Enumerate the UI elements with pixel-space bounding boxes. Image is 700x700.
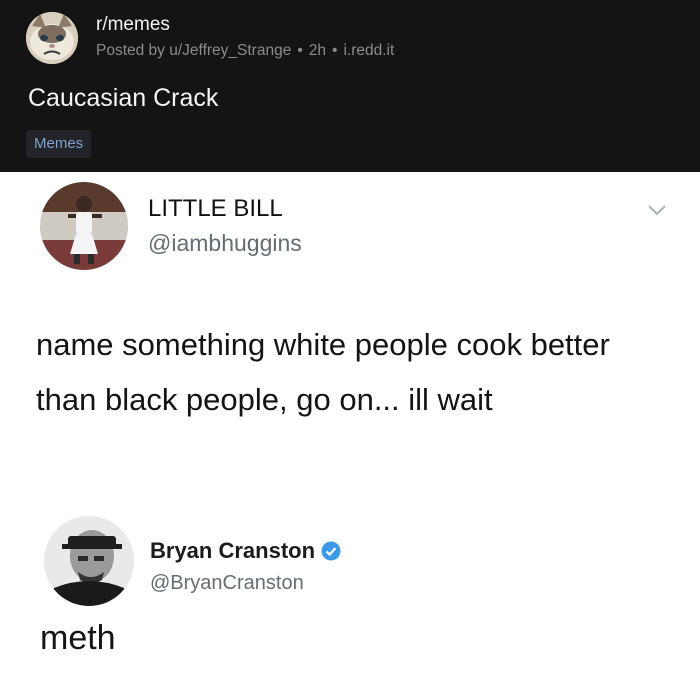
post-age: 2h	[308, 42, 326, 59]
screenshot-root: r/memes Posted by u/Jeffrey_Strange • 2h • i…	[0, 0, 700, 700]
post-flair[interactable]: Memes	[26, 130, 92, 158]
display-name-text: Bryan Cranston	[150, 538, 316, 563]
person-avatar-icon	[40, 182, 128, 270]
post-domain[interactable]: i.redd.it	[343, 42, 394, 60]
reddit-post-header: r/memes Posted by u/Jeffrey_Strange • 2h • i…	[0, 0, 700, 172]
tweet-text: name something white people cook better …	[36, 327, 610, 417]
subreddit-name[interactable]: r/memes	[96, 14, 170, 36]
user-avatar[interactable]	[44, 516, 134, 606]
post-author[interactable]: Posted by u/Jeffrey_Strange	[96, 42, 291, 60]
display-name[interactable]: Bryan Cranston	[150, 538, 341, 567]
user-avatar[interactable]	[40, 182, 128, 270]
post-meta: Posted by u/Jeffrey_Strange • 2h • i.redd.it	[96, 42, 394, 60]
subreddit-avatar-icon[interactable]	[26, 12, 78, 64]
verified-badge-icon	[321, 541, 341, 567]
meta-separator: •	[297, 42, 303, 59]
tweet-text: meth	[40, 619, 116, 657]
display-name[interactable]: LITTLE BILL	[148, 195, 283, 223]
meta-separator: •	[332, 42, 338, 59]
grumpy-cat-icon	[26, 12, 78, 64]
chevron-down-icon[interactable]	[646, 202, 668, 218]
user-handle[interactable]: @BryanCranston	[150, 572, 304, 595]
person-avatar-icon	[44, 516, 134, 606]
post-title[interactable]: Caucasian Crack	[28, 84, 218, 113]
user-handle[interactable]: @iambhuggins	[148, 230, 302, 257]
